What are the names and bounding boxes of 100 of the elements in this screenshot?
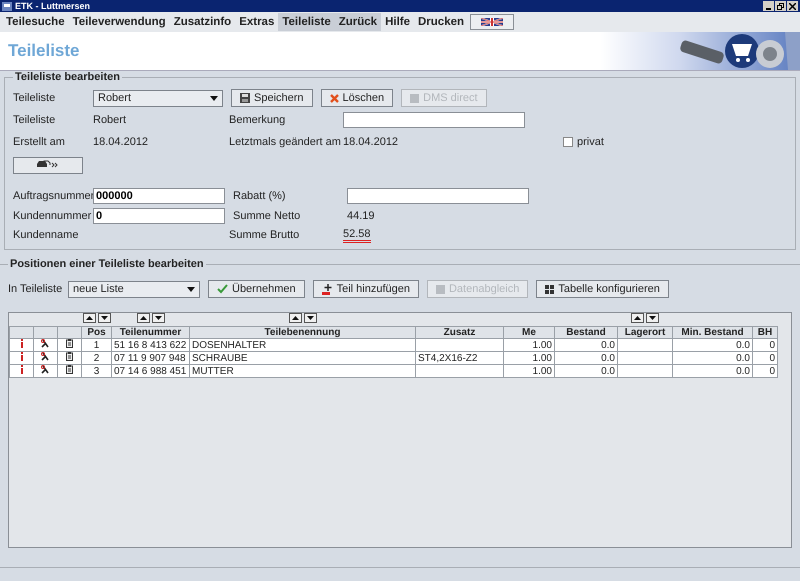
minimize-button[interactable] [763,1,774,11]
floppy-icon [240,93,250,103]
table-cell: 2 [94,352,100,364]
toolbar-button[interactable]: Speichern [231,89,313,107]
menu-item[interactable]: Zurück [334,13,382,31]
checkbox-label: privat [577,136,604,148]
table-cell: SCHRAUBE [192,352,248,364]
restore-icon [777,2,784,10]
flag-button[interactable] [470,14,514,30]
transfer-button[interactable] [13,156,83,174]
table-cell: 07 11 9 907 948 [114,352,186,364]
square-icon [436,284,445,294]
table-cell: 1 [94,340,100,350]
table-cell: 0 [769,352,775,364]
field-label: Teileliste [13,92,56,104]
column-header[interactable]: Me [504,326,554,338]
column-header[interactable]: Lagerort [618,326,672,338]
menu-item[interactable]: Zusatzinfo [170,13,236,31]
field-value: Robert [93,114,128,126]
app-icon [2,2,12,10]
column-header[interactable]: Teilebenennung [190,326,416,338]
grid-icon [545,284,554,294]
column-header[interactable]: Pos [82,326,112,338]
restore-button[interactable] [775,1,786,11]
table-cell: DOSENHALTER [192,340,266,350]
wrench-icon[interactable] [41,352,50,361]
field-label: Summe Brutto [229,229,300,241]
dropdown[interactable]: neue Liste [68,280,200,298]
input-field[interactable] [343,112,525,128]
field-label: In Teileliste [8,283,64,295]
menu-item[interactable]: Drucken [414,13,468,31]
field-label: Letztmals geändert am [229,136,342,148]
info-icon[interactable] [20,366,24,374]
field-value: 18.04.2012 [93,136,150,148]
toolbar-button[interactable]: Löschen [320,89,394,107]
section-title: Teileliste bearbeiten [14,71,121,83]
close-icon [789,2,796,10]
info-icon[interactable] [20,352,24,361]
table-cell: 3 [94,366,100,376]
field-label: Erstellt am [13,136,66,148]
field-label: Bemerkung [229,114,286,126]
menu-item[interactable]: Teileverwendung [68,13,170,31]
field-label: Teileliste [13,114,56,126]
page-title: Teileliste [7,41,80,61]
table-cell: 0.0 [601,366,615,376]
menu-item[interactable]: Teileliste [278,13,335,31]
cross-icon [330,94,339,102]
sort-arrows-icon[interactable] [136,313,164,323]
field-label: Kundennummer [13,210,92,222]
table-cell: 0.0 [736,340,750,350]
table-cell: 0.0 [736,366,750,376]
total-value: 52.58 [343,228,371,242]
field-label: Summe Netto [233,210,302,222]
table-cell: 0 [769,366,775,376]
field-label: Kundenname [13,229,80,241]
input-field[interactable]: 0 [93,208,225,224]
sort-arrows-icon[interactable] [288,313,316,323]
toolbar-button[interactable]: Übernehmen [208,280,305,298]
column-header[interactable]: Bestand [554,326,618,338]
toolbar-button[interactable]: Tabelle konfigurieren [536,280,669,298]
toolbar-button[interactable]: Teil hinzufügen [312,280,419,298]
column-header[interactable]: Min. Bestand [672,326,752,338]
section-title: Positionen einer Teileliste bearbeiten [9,258,205,270]
table-cell: 0.0 [601,352,615,364]
clipboard-icon[interactable] [66,366,73,374]
square-icon [410,94,420,102]
menu-item[interactable]: Hilfe [381,13,414,31]
dropdown-arrow-icon [210,96,218,100]
input-field[interactable]: 000000 [93,188,225,204]
table-cell: 51 16 8 413 622 [114,340,186,350]
table-cell: 07 14 6 988 451 [114,366,186,376]
menu-item[interactable]: Extras [235,13,278,31]
dropdown[interactable]: Robert [93,90,223,106]
window-title: ETK - Luttmersen [15,1,90,11]
add-part-icon [322,284,333,294]
wrench-icon[interactable] [41,366,50,374]
column-header[interactable]: BH [752,326,778,338]
close-button[interactable] [787,1,798,11]
flag-icon [481,18,504,26]
table-cell: ST4,2X16-Z2 [418,352,478,364]
input-field[interactable] [347,188,529,204]
sort-arrows-icon[interactable] [631,313,659,323]
info-icon[interactable] [20,340,24,348]
table-cell: 0.0 [601,340,615,350]
clipboard-icon[interactable] [66,352,73,361]
menu-item[interactable]: Teilesuche [2,13,69,31]
table-cell: 1.00 [532,352,552,364]
dropdown-arrow-icon [187,286,195,292]
table-cell: MUTTER [192,366,234,376]
field-label: Rabatt (%) [233,190,287,202]
wrench-icon[interactable] [41,340,50,348]
sort-arrows-icon[interactable] [82,313,110,323]
table-cell: 1.00 [532,366,552,376]
field-value: 18.04.2012 [343,136,400,148]
clipboard-icon[interactable] [66,340,73,348]
column-header[interactable]: Teilenummer [112,326,190,338]
field-value: 44.19 [347,210,375,222]
table-cell: 1.00 [532,340,552,350]
column-header[interactable]: Zusatz [416,326,504,338]
checkbox[interactable] [563,137,573,147]
